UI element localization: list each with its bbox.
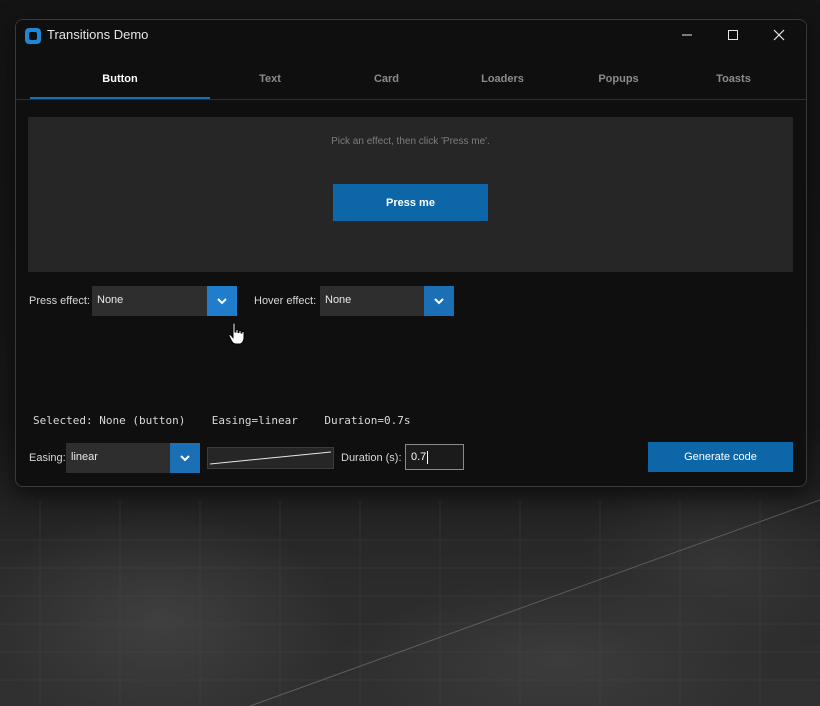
press-me-button[interactable]: Press me	[333, 184, 488, 221]
close-button[interactable]	[756, 20, 802, 50]
window-title: Transitions Demo	[47, 27, 149, 42]
minimize-icon	[682, 34, 692, 36]
app-window: Transitions Demo Button Text Card Loader…	[15, 19, 807, 487]
tab-bar: Button Text Card Loaders Popups Toasts	[30, 58, 792, 100]
tab-loaders[interactable]: Loaders	[443, 58, 562, 100]
generate-code-button[interactable]: Generate code	[648, 442, 793, 472]
tab-text[interactable]: Text	[210, 58, 330, 100]
chevron-down-icon	[217, 298, 227, 305]
hover-effect-value: None	[325, 294, 352, 306]
minimize-button[interactable]	[664, 20, 710, 50]
easing-value: linear	[71, 451, 98, 463]
hover-effect-dropdown-button[interactable]	[424, 286, 454, 316]
hover-effect-dropdown[interactable]: None	[320, 286, 454, 316]
preview-hint: Pick an effect, then click 'Press me'.	[331, 136, 490, 147]
press-effect-value: None	[97, 294, 124, 306]
close-icon	[773, 29, 785, 41]
easing-curve	[209, 451, 332, 465]
tab-label: Loaders	[481, 73, 524, 85]
tab-divider	[16, 99, 806, 100]
hand-pointer-cursor-icon	[228, 322, 245, 345]
press-effect-label: Press effect:	[29, 295, 90, 307]
easing-dropdown[interactable]: linear	[66, 443, 200, 473]
hover-effect-label: Hover effect:	[254, 295, 317, 307]
tab-popups[interactable]: Popups	[562, 58, 675, 100]
duration-label: Duration (s):	[341, 452, 402, 464]
chevron-down-icon	[434, 298, 444, 305]
title-bar[interactable]: Transitions Demo	[16, 20, 806, 50]
tab-label: Button	[102, 73, 138, 85]
easing-dropdown-button[interactable]	[170, 443, 200, 473]
text-caret	[427, 450, 429, 464]
duration-input[interactable]: 0.7	[405, 444, 464, 470]
tab-label: Popups	[598, 73, 639, 85]
status-line: Selected: None (button) Easing=linear Du…	[33, 414, 411, 427]
tab-label: Toasts	[716, 73, 751, 85]
tab-label: Text	[259, 73, 281, 85]
easing-label: Easing:	[29, 452, 66, 464]
press-effect-dropdown[interactable]: None	[92, 286, 237, 316]
tab-button[interactable]: Button	[30, 58, 210, 100]
maximize-icon	[728, 30, 738, 40]
tab-toasts[interactable]: Toasts	[675, 58, 792, 100]
duration-value: 0.7	[411, 451, 427, 463]
easing-curve-preview	[207, 447, 334, 469]
maximize-button[interactable]	[710, 20, 756, 50]
tab-card[interactable]: Card	[330, 58, 443, 100]
app-icon	[25, 28, 41, 44]
press-effect-dropdown-button[interactable]	[207, 286, 237, 316]
preview-panel: Pick an effect, then click 'Press me'. P…	[28, 117, 793, 272]
tab-label: Card	[373, 73, 400, 85]
chevron-down-icon	[180, 455, 190, 462]
